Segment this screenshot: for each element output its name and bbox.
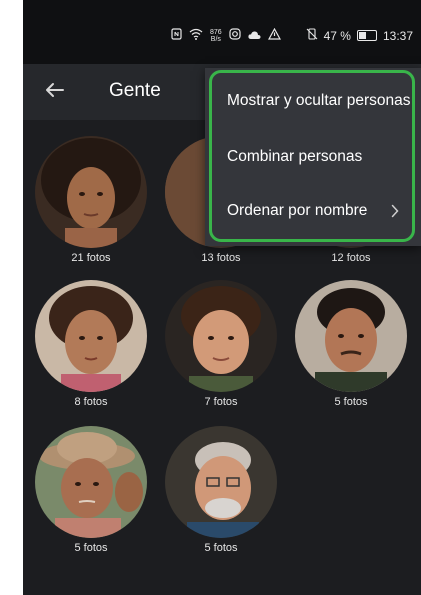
status-icons-left: 876 B/s	[171, 27, 281, 43]
chevron-right-icon	[391, 204, 399, 218]
person-tile[interactable]: 5 fotos	[293, 280, 409, 408]
wifi-icon	[189, 28, 203, 43]
network-speed-value: 876	[210, 28, 222, 36]
person-tile[interactable]: 7 fotos	[163, 280, 279, 408]
menu-item-show-hide-people[interactable]: Mostrar y ocultar personas	[205, 76, 421, 126]
photo-count: 7 fotos	[204, 396, 238, 408]
back-arrow-icon[interactable]	[41, 76, 69, 104]
network-speed: 876 B/s	[210, 29, 222, 43]
person-avatar[interactable]	[165, 426, 277, 538]
person-avatar[interactable]	[35, 136, 147, 248]
menu-item-label: Mostrar y ocultar personas	[227, 92, 411, 109]
photo-count: 8 fotos	[74, 396, 108, 408]
battery-percent: 47 %	[323, 28, 351, 43]
person-avatar[interactable]	[35, 426, 147, 538]
photo-count: 5 fotos	[204, 542, 238, 554]
warning-icon	[267, 27, 281, 43]
clock: 13:37	[382, 28, 413, 43]
menu-item-sort-by-name[interactable]: Ordenar por nombre	[205, 186, 421, 236]
photo-count: 5 fotos	[334, 396, 368, 408]
menu-item-label: Combinar personas	[227, 148, 363, 165]
person-tile[interactable]: 8 fotos	[33, 280, 149, 408]
person-tile[interactable]: 5 fotos	[163, 426, 279, 554]
person-tile[interactable]: 21 fotos	[33, 136, 149, 264]
person-tile[interactable]: 5 fotos	[33, 426, 149, 554]
menu-item-label: Ordenar por nombre	[227, 202, 368, 219]
nfc-icon	[171, 28, 182, 43]
vibrate-off-icon	[306, 28, 318, 43]
person-avatar[interactable]	[165, 280, 277, 392]
person-avatar[interactable]	[35, 280, 147, 392]
photo-count: 21 fotos	[71, 252, 111, 264]
photo-count: 5 fotos	[74, 542, 108, 554]
status-icons-right: 47 % 13:37	[306, 28, 413, 43]
person-avatar[interactable]	[295, 280, 407, 392]
page-title: Gente	[109, 80, 161, 101]
status-bar: 876 B/s 47 % 13:37	[23, 0, 421, 64]
cloud-icon	[248, 29, 261, 43]
network-speed-unit: B/s	[210, 35, 221, 43]
menu-item-merge-people[interactable]: Combinar personas	[205, 132, 421, 182]
instagram-icon	[229, 28, 241, 43]
photo-count: 13 fotos	[201, 252, 241, 264]
battery-icon	[356, 30, 377, 41]
photo-count: 12 fotos	[331, 252, 371, 264]
phone-screen: 876 B/s 47 % 13:37 Gente 21 fotos 13 fot…	[23, 0, 421, 595]
overflow-menu: Mostrar y ocultar personas Combinar pers…	[205, 68, 421, 246]
